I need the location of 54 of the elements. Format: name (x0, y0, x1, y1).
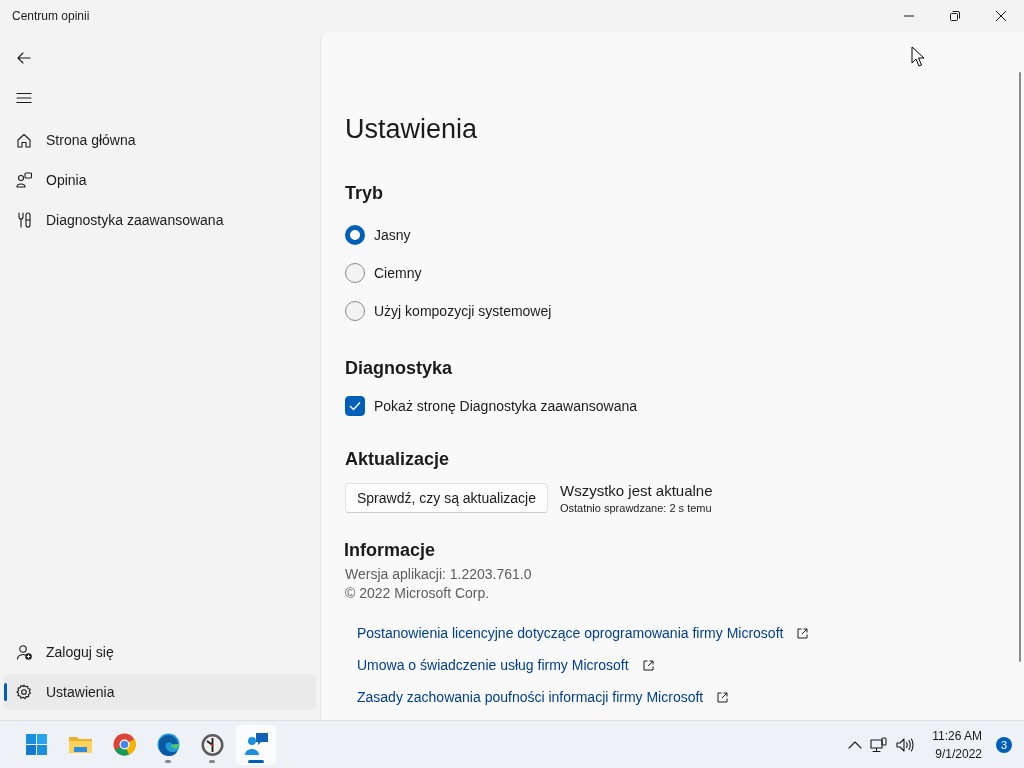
nav-item[interactable]: Strona główna (4, 122, 316, 158)
nav-item[interactable]: Ustawienia (4, 674, 316, 710)
tools-icon (16, 212, 32, 228)
section-heading: Informacje (344, 540, 437, 561)
copyright-text: © 2022 Microsoft Corp. (345, 584, 491, 603)
radio-option[interactable]: Ciemny (345, 254, 1000, 292)
external-link[interactable]: Postanowienia licencyjne dotyczące oprogramowania firmy Microsoft (357, 617, 809, 649)
speaker-icon[interactable] (896, 736, 915, 753)
cursor-icon (911, 46, 925, 68)
notification-badge[interactable]: 3 (996, 736, 1012, 753)
external-link-icon (642, 659, 654, 671)
people-chat-icon (16, 172, 32, 188)
running-indicator (248, 759, 264, 763)
window-title: Centrum opinii (12, 9, 90, 23)
taskbar-app[interactable] (236, 724, 276, 765)
radio-option[interactable]: Jasny (345, 216, 1000, 254)
checkmark-icon (349, 401, 361, 411)
close-icon (996, 11, 1006, 21)
clock-time[interactable]: 11:26 AM (932, 726, 982, 745)
clock-date[interactable]: 9/1/2022 (935, 744, 982, 763)
version-text: Wersja aplikacji: 1.2203.761.0 (345, 565, 533, 584)
page-title: Ustawienia (345, 116, 479, 143)
menu-icon (16, 92, 32, 104)
settings-icon (16, 684, 32, 700)
back-arrow-icon (17, 52, 31, 64)
nav-item[interactable]: Zaloguj się (4, 634, 316, 670)
network-icon[interactable] (870, 736, 889, 753)
person-chat-icon (243, 732, 269, 757)
restore-icon (950, 11, 960, 21)
running-indicator (165, 759, 171, 763)
check-updates-button[interactable]: Sprawdź, czy są aktualizacje (345, 483, 548, 513)
running-indicator (209, 759, 215, 763)
clock-icon (199, 732, 225, 757)
checkbox[interactable]: Pokaż stronę Diagnostyka zaawansowana (345, 391, 1000, 421)
last-checked-text: Ostatnio sprawdzane: 2 s temu (559, 502, 713, 514)
browser-icon (111, 732, 137, 757)
radio-option[interactable]: Użyj kompozycji systemowej (345, 292, 1000, 330)
update-status: Wszystko jest aktualne (559, 482, 713, 499)
home-icon (16, 132, 32, 148)
nav-item[interactable]: Diagnostyka zaawansowana (4, 202, 316, 238)
browser-wave-icon (155, 732, 181, 757)
chevron-up-icon[interactable] (848, 740, 863, 749)
section-heading: Tryb (345, 183, 384, 204)
section-heading: Diagnostyka (345, 358, 454, 379)
external-link-icon (797, 627, 809, 639)
external-link[interactable]: Zasady zachowania poufności informacji firmy Microsoft (357, 681, 729, 713)
start-icon (23, 732, 49, 757)
scrollbar[interactable] (1019, 72, 1021, 662)
selection-indicator (4, 683, 7, 701)
section-heading: Aktualizacje (345, 449, 451, 470)
person-add-icon (16, 644, 32, 660)
external-link-icon (717, 691, 729, 703)
external-link[interactable]: Umowa o świadczenie usług firmy Microsoft (357, 649, 654, 681)
nav-item[interactable]: Opinia (4, 162, 316, 198)
